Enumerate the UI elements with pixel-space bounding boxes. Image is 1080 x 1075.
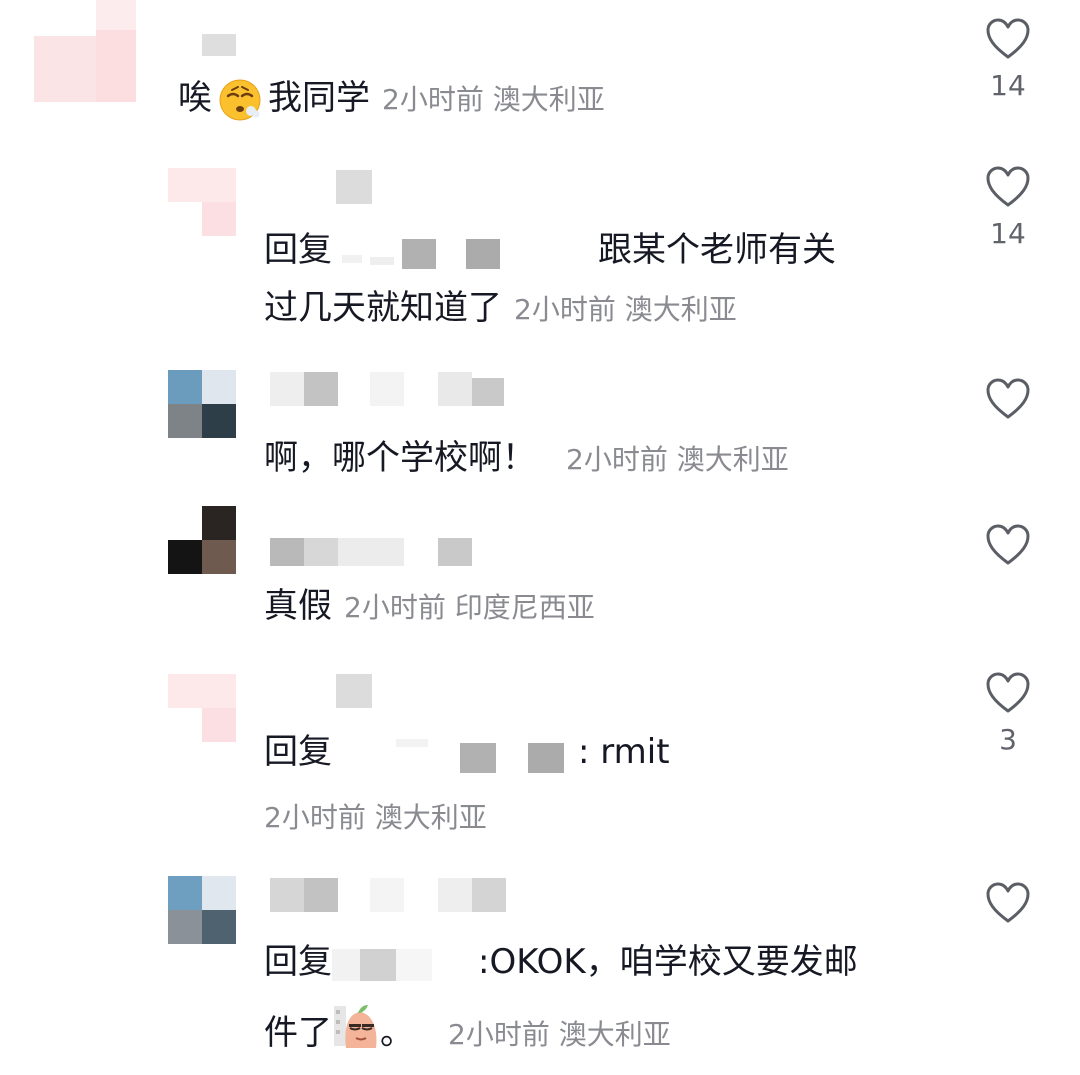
avatar[interactable]	[168, 506, 236, 574]
reply-text: 过几天就知道了	[264, 288, 502, 328]
comment-text-part: 我同学	[268, 78, 370, 118]
heart-icon	[986, 378, 1030, 419]
like-button[interactable]	[976, 524, 1040, 576]
reply-text: :OKOK，咱学校又要发邮	[478, 942, 858, 982]
comment-meta: 2小时前 澳大利亚	[264, 796, 487, 840]
comment-time: 2小时前	[448, 1018, 550, 1051]
like-button[interactable]: 3	[976, 672, 1040, 756]
reply-label: 回复	[264, 732, 332, 772]
heart-icon	[986, 672, 1030, 713]
like-button[interactable]	[976, 882, 1040, 934]
sleepy-peach-sticker	[334, 1005, 377, 1048]
reply-text: 跟某个老师有关	[598, 230, 836, 270]
heart-icon	[986, 524, 1030, 565]
like-count: 14	[990, 69, 1026, 102]
comment-location: 澳大利亚	[676, 443, 789, 476]
reply-label: 回复	[264, 942, 332, 982]
comment-meta: 2小时前 澳大利亚	[448, 1018, 671, 1051]
comment-text: 唉 我同学 2小时前 澳大利亚	[178, 76, 605, 122]
comment-meta: 2小时前 印度尼西亚	[344, 591, 595, 624]
reply-target-blurred[interactable]	[332, 235, 598, 269]
comment-time: 2小时前	[344, 591, 446, 624]
comment-location: 澳大利亚	[374, 801, 487, 834]
reply-text-line: 回复 跟某个老师有关	[264, 228, 836, 272]
exhaling-face-emoji	[219, 79, 261, 120]
reply-target-blurred[interactable]	[332, 947, 478, 981]
comment-text-part: 唉	[178, 78, 212, 118]
reply-target-blurred[interactable]	[332, 737, 578, 773]
comment-meta: 2小时前 澳大利亚	[514, 293, 737, 326]
avatar[interactable]	[34, 0, 136, 102]
reply-text: : rmit	[578, 732, 670, 772]
comment-location: 澳大利亚	[492, 83, 605, 116]
comment-location: 澳大利亚	[558, 1018, 671, 1051]
username-blurred[interactable]	[336, 170, 372, 204]
like-button[interactable]	[976, 378, 1040, 430]
like-button[interactable]: 14	[976, 166, 1040, 250]
heart-icon	[986, 18, 1030, 59]
comment-text-part: 啊，哪个学校啊！	[264, 438, 536, 478]
comment-time: 2小时前	[264, 801, 366, 834]
username-blurred[interactable]	[202, 34, 236, 56]
avatar[interactable]	[168, 674, 236, 742]
comment-location: 印度尼西亚	[454, 591, 595, 624]
reply-text-line: 件了 。 2小时前 澳大利亚	[264, 1002, 671, 1057]
comment-text: 真假 2小时前 印度尼西亚	[264, 584, 595, 630]
comment-time: 2小时前	[566, 443, 668, 476]
avatar[interactable]	[168, 370, 236, 438]
heart-icon	[986, 166, 1030, 207]
heart-icon	[986, 882, 1030, 923]
username-blurred[interactable]	[270, 878, 506, 912]
username-blurred[interactable]	[270, 538, 474, 566]
reply-label: 回复	[264, 230, 332, 270]
username-blurred[interactable]	[270, 372, 506, 406]
username-blurred[interactable]	[336, 674, 372, 708]
reply-text-line: 过几天就知道了 2小时前 澳大利亚	[264, 286, 737, 332]
reply-text: 。	[380, 1013, 414, 1053]
reply-text-line: 回复 :OKOK，咱学校又要发邮	[264, 940, 858, 984]
like-count: 3	[999, 723, 1017, 756]
like-count: 14	[990, 217, 1026, 250]
comment-location: 澳大利亚	[624, 293, 737, 326]
comment-meta: 2小时前 澳大利亚	[566, 443, 789, 476]
avatar[interactable]	[168, 876, 236, 944]
avatar[interactable]	[168, 168, 236, 236]
comment-time: 2小时前	[382, 83, 484, 116]
reply-text: 件了	[264, 1013, 332, 1053]
comment-text: 啊，哪个学校啊！ 2小时前 澳大利亚	[264, 436, 789, 482]
reply-text-line: 回复 : rmit	[264, 730, 670, 774]
comment-text-part: 真假	[264, 586, 332, 626]
like-button[interactable]: 14	[976, 18, 1040, 102]
comment-meta: 2小时前 澳大利亚	[382, 83, 605, 116]
comment-time: 2小时前	[514, 293, 616, 326]
